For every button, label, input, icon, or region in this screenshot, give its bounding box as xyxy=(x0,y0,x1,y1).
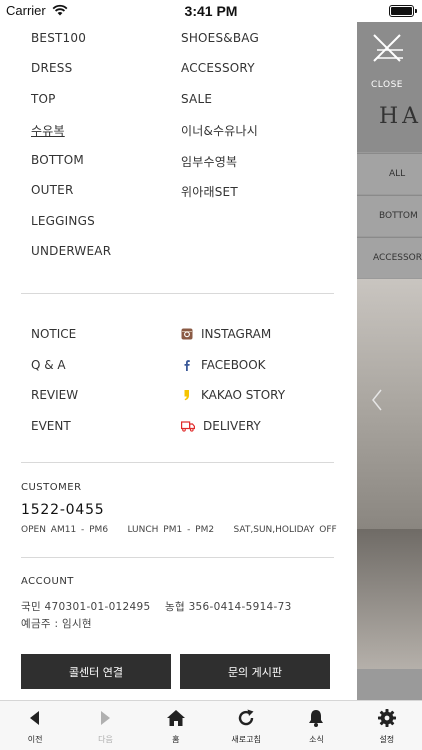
bg-tab-all: ALL xyxy=(357,153,422,194)
back-button[interactable]: 이전 xyxy=(0,701,70,750)
settings-label: 설정 xyxy=(379,735,395,744)
background-page: CLOSE HAF ALL BOTTOM ACCESSORY xyxy=(357,22,422,700)
forward-label: 다음 xyxy=(98,735,113,744)
status-time: 3:41 PM xyxy=(184,3,238,19)
back-arrow-icon xyxy=(30,711,40,725)
news-label: 소식 xyxy=(309,735,324,744)
home-label: 홈 xyxy=(172,735,180,744)
category-accessory[interactable]: ACCESSORY xyxy=(181,61,255,75)
home-button[interactable]: 홈 xyxy=(141,701,211,750)
category-shoes-bag[interactable]: SHOES&BAG xyxy=(181,31,259,45)
notice-link[interactable]: NOTICE xyxy=(31,327,76,341)
category-outer[interactable]: OUTER xyxy=(31,183,73,197)
back-label: 이전 xyxy=(27,735,43,744)
customer-section-label: CUSTOMER xyxy=(21,482,82,493)
bottom-toolbar: 이전 다음 홈 새로고침 소식 설정 xyxy=(0,700,422,750)
kakao-story-icon xyxy=(184,390,189,401)
facebook-icon xyxy=(184,360,190,371)
qna-link[interactable]: Q & A xyxy=(31,358,66,372)
close-button[interactable]: CLOSE xyxy=(367,28,407,90)
status-bar: Carrier 3:41 PM xyxy=(0,0,422,22)
category-sale[interactable]: SALE xyxy=(181,92,212,106)
background-photo xyxy=(357,529,422,669)
news-button[interactable]: 소식 xyxy=(281,701,351,750)
category-bottom[interactable]: BOTTOM xyxy=(31,153,84,167)
account-numbers: 국민 470301-01-012495 농협 356-0414-5914-73 xyxy=(21,601,292,613)
review-link[interactable]: REVIEW xyxy=(31,388,78,402)
close-icon xyxy=(373,34,403,62)
category-top[interactable]: TOP xyxy=(31,92,56,106)
forward-button[interactable]: 다음 xyxy=(70,701,140,750)
delivery-label: DELIVERY xyxy=(203,419,261,433)
category-set[interactable]: 위아래SET xyxy=(181,183,238,200)
bg-tab-accessory: ACCESSORY xyxy=(357,237,422,278)
divider xyxy=(21,293,334,294)
brand-logo-partial: HAF xyxy=(379,104,422,129)
bell-icon xyxy=(309,710,324,727)
instagram-label: INSTAGRAM xyxy=(201,327,272,341)
instagram-icon xyxy=(181,328,193,340)
close-label: CLOSE xyxy=(371,80,403,90)
chevron-left-icon xyxy=(372,389,382,411)
home-icon xyxy=(166,710,185,726)
divider xyxy=(21,557,334,558)
call-center-button[interactable]: 콜센터 연결 xyxy=(21,654,171,689)
delivery-truck-icon xyxy=(181,421,195,432)
settings-button[interactable]: 설정 xyxy=(352,701,422,750)
account-section-label: ACCOUNT xyxy=(21,576,74,587)
facebook-label: FACEBOOK xyxy=(201,358,266,372)
category-best100[interactable]: BEST100 xyxy=(31,31,86,45)
category-leggings[interactable]: LEGGINGS xyxy=(31,214,95,228)
gear-icon xyxy=(377,709,396,727)
bg-tab-bottom: BOTTOM xyxy=(357,195,422,236)
category-inner-nursing[interactable]: 이너&수유나시 xyxy=(181,122,258,139)
customer-phone[interactable]: 1522-0455 xyxy=(21,502,105,518)
category-underwear[interactable]: UNDERWEAR xyxy=(31,244,111,258)
category-nursing-wear[interactable]: 수유복 xyxy=(31,122,65,139)
refresh-label: 새로고침 xyxy=(231,735,261,744)
kakao-story-link[interactable]: KAKAO STORY xyxy=(181,388,285,402)
account-holder: 예금주 : 임시현 xyxy=(21,618,92,630)
forward-arrow-icon xyxy=(101,711,111,725)
category-dress[interactable]: DRESS xyxy=(31,61,72,75)
delivery-link[interactable]: DELIVERY xyxy=(181,419,261,433)
customer-hours: OPEN AM11 - PM6 LUNCH PM1 - PM2 SAT,SUN,… xyxy=(21,525,337,535)
side-menu-drawer: BEST100 DRESS TOP 수유복 BOTTOM OUTER LEGGI… xyxy=(0,22,357,700)
inquiry-board-button[interactable]: 문의 게시판 xyxy=(180,654,330,689)
kakao-story-label: KAKAO STORY xyxy=(201,388,286,402)
battery-icon xyxy=(389,5,417,17)
category-maternity-swimwear[interactable]: 임부수영복 xyxy=(181,153,237,170)
event-link[interactable]: EVENT xyxy=(31,419,71,433)
divider xyxy=(21,462,334,463)
refresh-icon xyxy=(239,709,254,726)
instagram-link[interactable]: INSTAGRAM xyxy=(181,327,271,341)
facebook-link[interactable]: FACEBOOK xyxy=(181,358,266,372)
refresh-button[interactable]: 새로고침 xyxy=(211,701,281,750)
background-photo xyxy=(357,279,422,529)
